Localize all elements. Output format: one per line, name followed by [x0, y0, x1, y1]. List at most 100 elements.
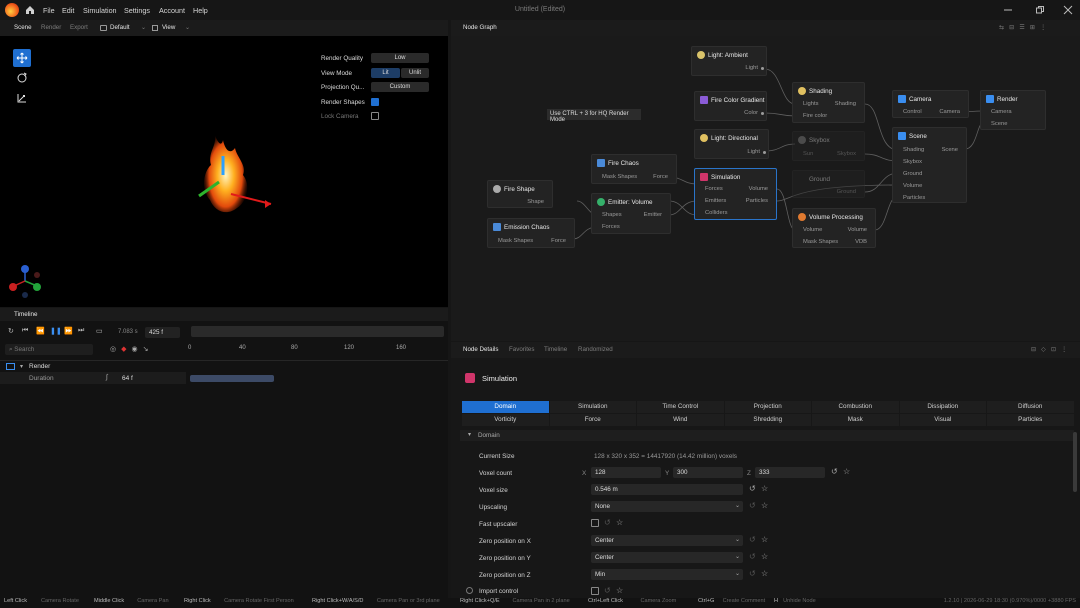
- port-emitters[interactable]: Emitters: [705, 198, 726, 204]
- reset-icon[interactable]: ↺: [831, 467, 838, 476]
- favorite-star-icon[interactable]: ☆: [761, 552, 768, 561]
- rotate-tool-icon[interactable]: [13, 69, 31, 87]
- duration-bar[interactable]: [190, 375, 274, 382]
- node-skybox[interactable]: Skybox Sun Skybox: [792, 131, 865, 161]
- node-light-directional[interactable]: Light: Directional Light: [694, 129, 769, 159]
- port-shape[interactable]: Shape: [527, 199, 544, 205]
- group-tab-visual[interactable]: Visual: [899, 414, 986, 426]
- port-skybox[interactable]: Skybox: [903, 159, 922, 165]
- node-emitter-volume[interactable]: Emitter: Volume Shapes Emitter Forces: [591, 193, 671, 234]
- port-light[interactable]: Light: [747, 149, 760, 155]
- zero-z-select[interactable]: Min: [591, 569, 743, 580]
- chevron-down-icon[interactable]: ⌄: [141, 24, 146, 31]
- node-shading[interactable]: Shading Lights Shading Fire color: [792, 82, 865, 123]
- favorite-star-icon[interactable]: ☆: [761, 501, 768, 510]
- port-shading[interactable]: Shading: [903, 147, 924, 153]
- port-emitter[interactable]: Emitter: [644, 212, 662, 218]
- port-camera[interactable]: Camera: [991, 109, 1012, 115]
- node-camera[interactable]: Camera Control Camera: [892, 90, 969, 118]
- render-quality-select[interactable]: Low: [371, 53, 429, 63]
- group-tab-dissipation[interactable]: Dissipation: [899, 401, 986, 413]
- section-header[interactable]: ▾ Domain: [460, 430, 1074, 441]
- node-emission-chaos[interactable]: Emission Chaos Mask Shapes Force: [487, 218, 575, 248]
- port-light[interactable]: Light: [745, 65, 758, 71]
- port-vdb[interactable]: VDB: [855, 239, 867, 245]
- port-particles[interactable]: Particles: [746, 198, 768, 204]
- port-forces[interactable]: Forces: [602, 224, 620, 230]
- skip-start-icon[interactable]: ⏮: [22, 327, 28, 335]
- view-dropdown[interactable]: View: [162, 24, 175, 31]
- zero-y-select[interactable]: Center: [591, 552, 743, 563]
- timeline-scrub-bar[interactable]: [191, 326, 444, 337]
- group-tab-simulation[interactable]: Simulation: [549, 401, 636, 413]
- port-mask-shapes[interactable]: Mask Shapes: [602, 174, 637, 180]
- chevron-down-icon[interactable]: ⌄: [185, 24, 190, 31]
- port-mask-shapes[interactable]: Mask Shapes: [803, 239, 838, 245]
- port-force[interactable]: Force: [653, 174, 668, 180]
- reset-icon[interactable]: ↺: [749, 484, 756, 493]
- reset-icon[interactable]: ↺: [749, 501, 756, 510]
- tab-favorites[interactable]: Favorites: [509, 346, 534, 353]
- reset-icon[interactable]: ↺: [749, 552, 756, 561]
- tab-timeline[interactable]: Timeline: [544, 346, 567, 353]
- view-mode-lit[interactable]: Lit: [371, 68, 400, 78]
- voxel-count-z[interactable]: 333: [755, 467, 825, 478]
- node-volume-processing[interactable]: Volume Processing Volume Volume Mask Sha…: [792, 208, 876, 248]
- port-lights[interactable]: Lights: [803, 101, 818, 107]
- upscaling-select[interactable]: None: [591, 501, 743, 512]
- port-shapes[interactable]: Shapes: [602, 212, 622, 218]
- tab-export[interactable]: Export: [70, 24, 88, 31]
- reset-icon[interactable]: ↺: [604, 518, 611, 527]
- node-light-ambient[interactable]: Light: Ambient Light: [691, 46, 767, 76]
- port-forces[interactable]: Forces: [705, 186, 723, 192]
- favorite-star-icon[interactable]: ☆: [616, 586, 623, 595]
- restore-icon[interactable]: [1035, 5, 1045, 15]
- pause-icon[interactable]: ❚❚: [50, 327, 62, 335]
- port-camera[interactable]: Camera: [939, 109, 960, 115]
- expand-chevron-icon[interactable]: ▾: [20, 363, 23, 370]
- voxel-count-y[interactable]: 300: [673, 467, 743, 478]
- port-volume-out[interactable]: Volume: [848, 227, 867, 233]
- tab-scene[interactable]: Scene: [14, 24, 32, 31]
- port-volume[interactable]: Volume: [803, 227, 822, 233]
- node-render[interactable]: Render Camera Scene: [980, 90, 1046, 130]
- keyframe-tool-icons[interactable]: ◎◆◉↘: [110, 345, 153, 353]
- search-input[interactable]: ⌕ Search: [5, 344, 93, 355]
- step-forward-icon[interactable]: ⏩: [64, 327, 73, 335]
- group-tab-particles[interactable]: Particles: [987, 414, 1074, 426]
- node-scene[interactable]: Scene Shading Scene Skybox Ground Volume…: [892, 127, 967, 203]
- group-tab-mask[interactable]: Mask: [812, 414, 899, 426]
- port-control[interactable]: Control: [903, 109, 922, 115]
- expand-circle-icon[interactable]: [466, 587, 473, 594]
- reset-icon[interactable]: ↺: [749, 569, 756, 578]
- port-sun[interactable]: Sun: [803, 151, 813, 157]
- group-tab-projection[interactable]: Projection: [724, 401, 811, 413]
- port-force[interactable]: Force: [551, 238, 566, 244]
- tab-render[interactable]: Render: [41, 24, 61, 31]
- group-tab-force[interactable]: Force: [549, 414, 636, 426]
- move-tool-icon[interactable]: [13, 49, 31, 67]
- port-fire-color[interactable]: Fire color: [803, 113, 827, 119]
- port-dot[interactable]: [761, 67, 764, 70]
- render-shapes-checkbox[interactable]: [371, 98, 379, 106]
- node-ground[interactable]: Ground Ground: [792, 170, 865, 198]
- scale-tool-icon[interactable]: [13, 89, 31, 107]
- details-scrollbar[interactable]: [1073, 432, 1077, 492]
- node-fire-color-gradient[interactable]: Fire Color Gradient Color: [694, 91, 767, 121]
- details-toolbar-icons[interactable]: ⊟◇⊡⋮: [1031, 346, 1072, 353]
- group-tab-diffusion[interactable]: Diffusion: [987, 401, 1074, 413]
- port-skybox[interactable]: Skybox: [837, 151, 856, 157]
- port-color[interactable]: Color: [744, 110, 758, 116]
- reset-icon[interactable]: ↺: [749, 535, 756, 544]
- favorite-star-icon[interactable]: ☆: [761, 484, 768, 493]
- port-volume[interactable]: Volume: [749, 186, 768, 192]
- lock-camera-checkbox[interactable]: [371, 112, 379, 120]
- curve-icon[interactable]: ∫: [106, 374, 108, 381]
- port-scene[interactable]: Scene: [991, 121, 1007, 127]
- node-simulation[interactable]: Simulation Forces Volume Emitters Partic…: [694, 168, 777, 220]
- step-back-icon[interactable]: ⏪: [36, 327, 45, 335]
- port-dot[interactable]: [763, 151, 766, 154]
- group-tab-shredding[interactable]: Shredding: [724, 414, 811, 426]
- port-ground[interactable]: Ground: [837, 189, 856, 195]
- camera-dropdown[interactable]: Default: [110, 24, 130, 31]
